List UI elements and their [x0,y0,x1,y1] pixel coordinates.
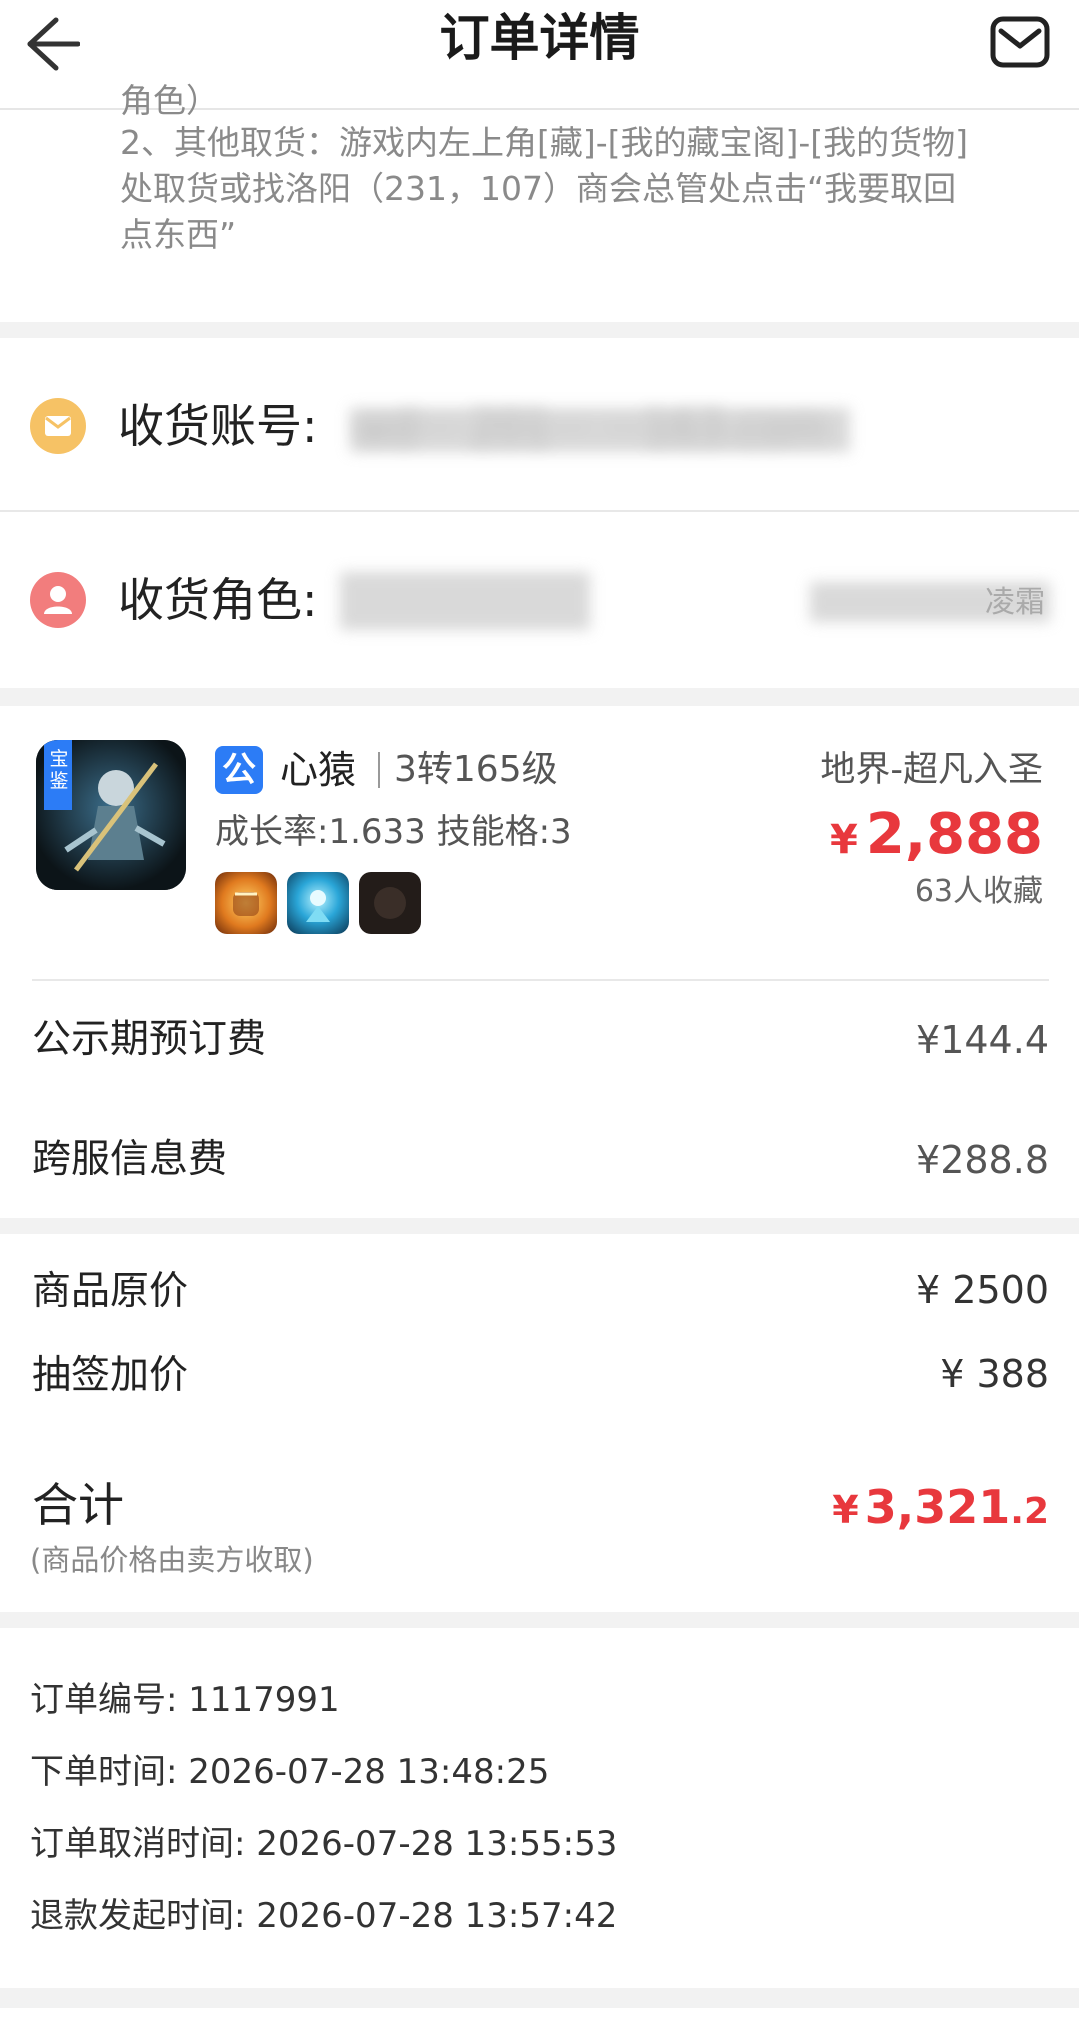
thumbnail-tag: 宝鉴 [49,748,69,792]
notes-line-2: 处取货或找洛阳（231，107）商会总管处点击“我要取回 [120,169,957,208]
total-label: 合计 [32,1478,124,1532]
total-int: 3,321 [864,1480,1011,1534]
pet-stats: 成长率:1.633 技能格:3 [215,812,572,852]
reservation-fee-value: ¥144.4 [916,1018,1049,1062]
ice-skill-icon[interactable] [287,872,349,934]
pet-thumbnail[interactable]: 宝鉴 [36,740,186,890]
public-badge: 公 [215,746,263,794]
server-name: 地界-超凡入圣 [820,750,1043,790]
divider [32,979,1049,981]
receiver-account-row: 收货账号: wd··· 201··· ···163.com [0,338,1079,508]
notes-line-3: 点东西” [120,215,237,254]
total-note: (商品价格由卖方收取) [30,1543,314,1577]
original-price-value: ¥ 2500 [916,1268,1049,1312]
order-cancelled-time: 订单取消时间: 2026-07-28 13:55:53 [30,1824,618,1864]
order-created-time: 下单时间: 2026-07-28 13:48:25 [30,1752,550,1792]
section-gap [0,1612,1079,1628]
privacy-blur [350,408,850,452]
notes-line-0: 角色） [120,81,219,120]
section-gap [0,322,1079,338]
total-amount: ¥3,321.2 [832,1472,1049,1547]
pet-level: 3转165级 [394,749,558,790]
product-price: ¥2,888 [830,800,1043,875]
privacy-blur [340,572,590,630]
section-gap [0,1218,1079,1234]
total-decimal: .2 [1010,1491,1049,1532]
reservation-fee-label: 公示期预订费 [32,1017,267,1062]
receiver-role-server: 凌霜 [985,585,1045,620]
lottery-markup-label: 抽签加价 [32,1353,189,1398]
section-gap [0,1988,1079,2008]
user-icon [30,572,86,628]
refund-initiated-time: 退款发起时间: 2026-07-28 13:57:42 [30,1896,618,1936]
page-title: 订单详情 [439,9,640,67]
receiver-account-label: 收货账号: [118,399,318,453]
favorites-count: 63人收藏 [914,874,1043,909]
mail-icon [30,398,86,454]
dark-skill-icon[interactable] [359,872,421,934]
price-amount: 2,888 [865,802,1043,867]
notes-line-1: 2、其他取货：游戏内左上角[藏]-[我的藏宝阁]-[我的货物] [120,123,969,162]
original-price-label: 商品原价 [32,1269,189,1314]
currency-symbol: ¥ [830,817,858,863]
order-number: 订单编号: 1117991 [30,1680,340,1720]
pickup-instructions: 角色） 2、其他取货：游戏内左上角[藏]-[我的藏宝阁]-[我的货物] 处取货或… [120,81,1060,258]
mail-icon[interactable] [990,16,1050,68]
name-level-separator [378,752,380,788]
cross-server-fee-value: ¥288.8 [916,1138,1049,1182]
receiver-role-row: 收货角色: 凌霜 [0,512,1079,682]
cross-server-fee-label: 跨服信息费 [32,1137,228,1182]
pet-name: 心猿 [280,748,357,792]
section-gap [0,688,1079,706]
fist-skill-icon[interactable] [215,872,277,934]
receiver-role-label: 收货角色: [118,573,318,627]
lottery-markup-value: ¥ 388 [940,1352,1049,1396]
currency-symbol: ¥ [832,1488,859,1532]
